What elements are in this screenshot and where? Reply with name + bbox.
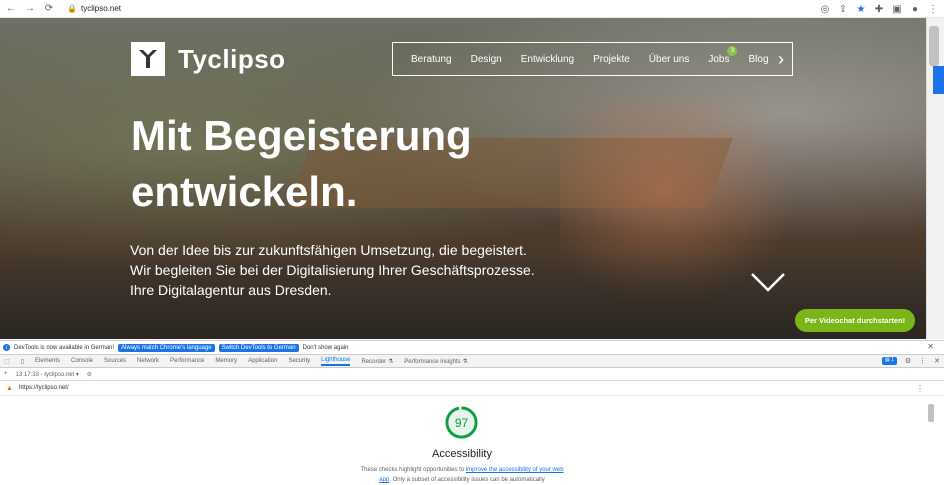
subtext-line-2: Wir begleiten Sie bei der Digitalisierun… (130, 262, 535, 278)
address-bar[interactable]: 🔒 tyclipso.net (67, 4, 121, 13)
device-toolbar-icon[interactable]: ▯ (21, 358, 24, 365)
nav-item-entwicklung[interactable]: Entwicklung (521, 54, 574, 65)
report-scroll-thumb[interactable] (928, 404, 934, 422)
nav-item-jobs-label: Jobs (708, 53, 730, 65)
menu-kebab-icon[interactable]: ⋮ (926, 1, 940, 17)
tab-lighthouse[interactable]: Lighthouse (321, 357, 351, 366)
inspect-element-icon[interactable]: ⬚ (4, 358, 10, 365)
report-page-url[interactable]: https://tyclipso.net/ (19, 385, 69, 391)
profile-icon[interactable]: ● (908, 1, 922, 17)
lighthouse-toolbar: + 13:17:33 - tyclipso.net ▾ ⊘ (0, 368, 944, 381)
tab-application[interactable]: Application (248, 358, 277, 364)
nav-item-blog[interactable]: Blog (748, 54, 768, 65)
clear-reports-icon[interactable]: ⊘ (87, 371, 92, 378)
nav-item-ueber-uns[interactable]: Über uns (649, 54, 690, 65)
forward-icon[interactable]: → (22, 1, 38, 17)
tab-performance-insights-label: Performance insights (404, 358, 461, 365)
info-icon: i (3, 344, 10, 351)
share-icon[interactable]: ⇪ (836, 1, 850, 17)
accessibility-description: These checks highlight opportunities to … (360, 465, 564, 485)
scroll-down-chevron-icon[interactable] (750, 270, 786, 294)
devtools-language-infobar: i DevTools is now available in German! A… (0, 340, 944, 354)
lighthouse-icon: ▲ (6, 384, 13, 392)
tab-elements[interactable]: Elements (35, 358, 60, 364)
extensions-icon[interactable]: ✚ (872, 1, 886, 17)
browser-toolbar: ← → ⟳ 🔒 tyclipso.net ◎ ⇪ ★ ✚ ▣ ● ⋮ (0, 0, 944, 18)
tab-network[interactable]: Network (137, 358, 159, 364)
nav-item-design[interactable]: Design (471, 54, 502, 65)
headline-line-2: entwickeln. (131, 168, 358, 215)
tab-console[interactable]: Console (71, 358, 93, 364)
tab-performance[interactable]: Performance (170, 358, 204, 364)
side-tab[interactable] (933, 66, 944, 94)
jobs-count-badge: 3 (727, 45, 738, 56)
subtext-line-3: Ihre Digitalagentur aus Dresden. (130, 282, 332, 298)
logo-text[interactable]: Tyclipso (178, 44, 286, 75)
hero-headline: Mit Begeisterung entwickeln. (131, 108, 551, 220)
videochat-cta-button[interactable]: Per Videochat durchstarten! (795, 309, 915, 332)
nav-item-beratung[interactable]: Beratung (411, 54, 452, 65)
hero-subtext: Von der Idee bis zur zukunftsfähigen Ums… (130, 240, 650, 300)
devtools-tab-bar: ⬚ ▯ Elements Console Sources Network Per… (0, 354, 944, 368)
tab-security[interactable]: Security (288, 358, 310, 364)
tab-recorder-label: Recorder (361, 358, 387, 365)
experiment-flask-icon: ⚗ (387, 358, 394, 365)
infobar-text: DevTools is now available in German! (14, 344, 115, 351)
report-url-bar: ▲ https://tyclipso.net/ (0, 381, 944, 396)
match-language-button[interactable]: Always match Chrome's language (118, 343, 215, 352)
new-report-plus-icon[interactable]: + (4, 371, 8, 377)
nav-next-chevron-icon[interactable]: › (778, 49, 784, 70)
close-infobar-icon[interactable]: ✕ (927, 342, 934, 351)
report-selector[interactable]: 13:17:33 - tyclipso.net ▾ (16, 371, 79, 378)
devtools-menu-icon[interactable]: ⋮ (919, 357, 926, 365)
logo-icon[interactable] (131, 42, 165, 76)
lock-icon: 🔒 (67, 4, 77, 13)
main-nav: Beratung Design Entwicklung Projekte Übe… (392, 42, 793, 76)
issues-count: 1 (891, 357, 894, 363)
report-selector-label: 13:17:33 - tyclipso.net (15, 371, 75, 378)
settings-gear-icon[interactable]: ⚙ (905, 357, 911, 365)
sidepanel-icon[interactable]: ▣ (890, 1, 904, 17)
experiment-flask-icon: ⚗ (462, 358, 468, 365)
tab-performance-insights[interactable]: Performance insights ⚗ (404, 358, 467, 365)
tab-recorder[interactable]: Recorder ⚗ (361, 358, 393, 365)
desc-after: . Only a subset of accessibility issues … (389, 477, 545, 483)
report-menu-icon[interactable]: ⋮ (916, 384, 924, 393)
nav-item-projekte[interactable]: Projekte (593, 54, 630, 65)
back-icon[interactable]: ← (3, 1, 19, 17)
headline-line-1: Mit Begeisterung (131, 112, 472, 159)
eye-off-icon[interactable]: ◎ (818, 1, 832, 17)
reload-icon[interactable]: ⟳ (41, 1, 57, 17)
switch-german-button[interactable]: Switch DevTools to German (218, 343, 299, 352)
accessibility-score-value: 97 (454, 415, 469, 430)
bookmark-star-icon[interactable]: ★ (854, 1, 868, 17)
page-scroll-thumb[interactable] (929, 26, 939, 66)
address-text: tyclipso.net (80, 4, 121, 13)
nav-item-jobs[interactable]: Jobs 3 (708, 45, 738, 65)
accessibility-category-title: Accessibility (432, 448, 492, 460)
subtext-line-1: Von der Idee bis zur zukunftsfähigen Ums… (130, 242, 527, 258)
dont-show-again-button[interactable]: Don't show again (303, 345, 349, 351)
close-devtools-icon[interactable]: ✕ (934, 357, 940, 365)
desc-before: These checks highlight opportunities to (360, 467, 465, 473)
issues-badge[interactable]: ▤ 1 (881, 357, 897, 365)
tab-sources[interactable]: Sources (104, 358, 126, 364)
tab-memory[interactable]: Memory (215, 358, 237, 364)
